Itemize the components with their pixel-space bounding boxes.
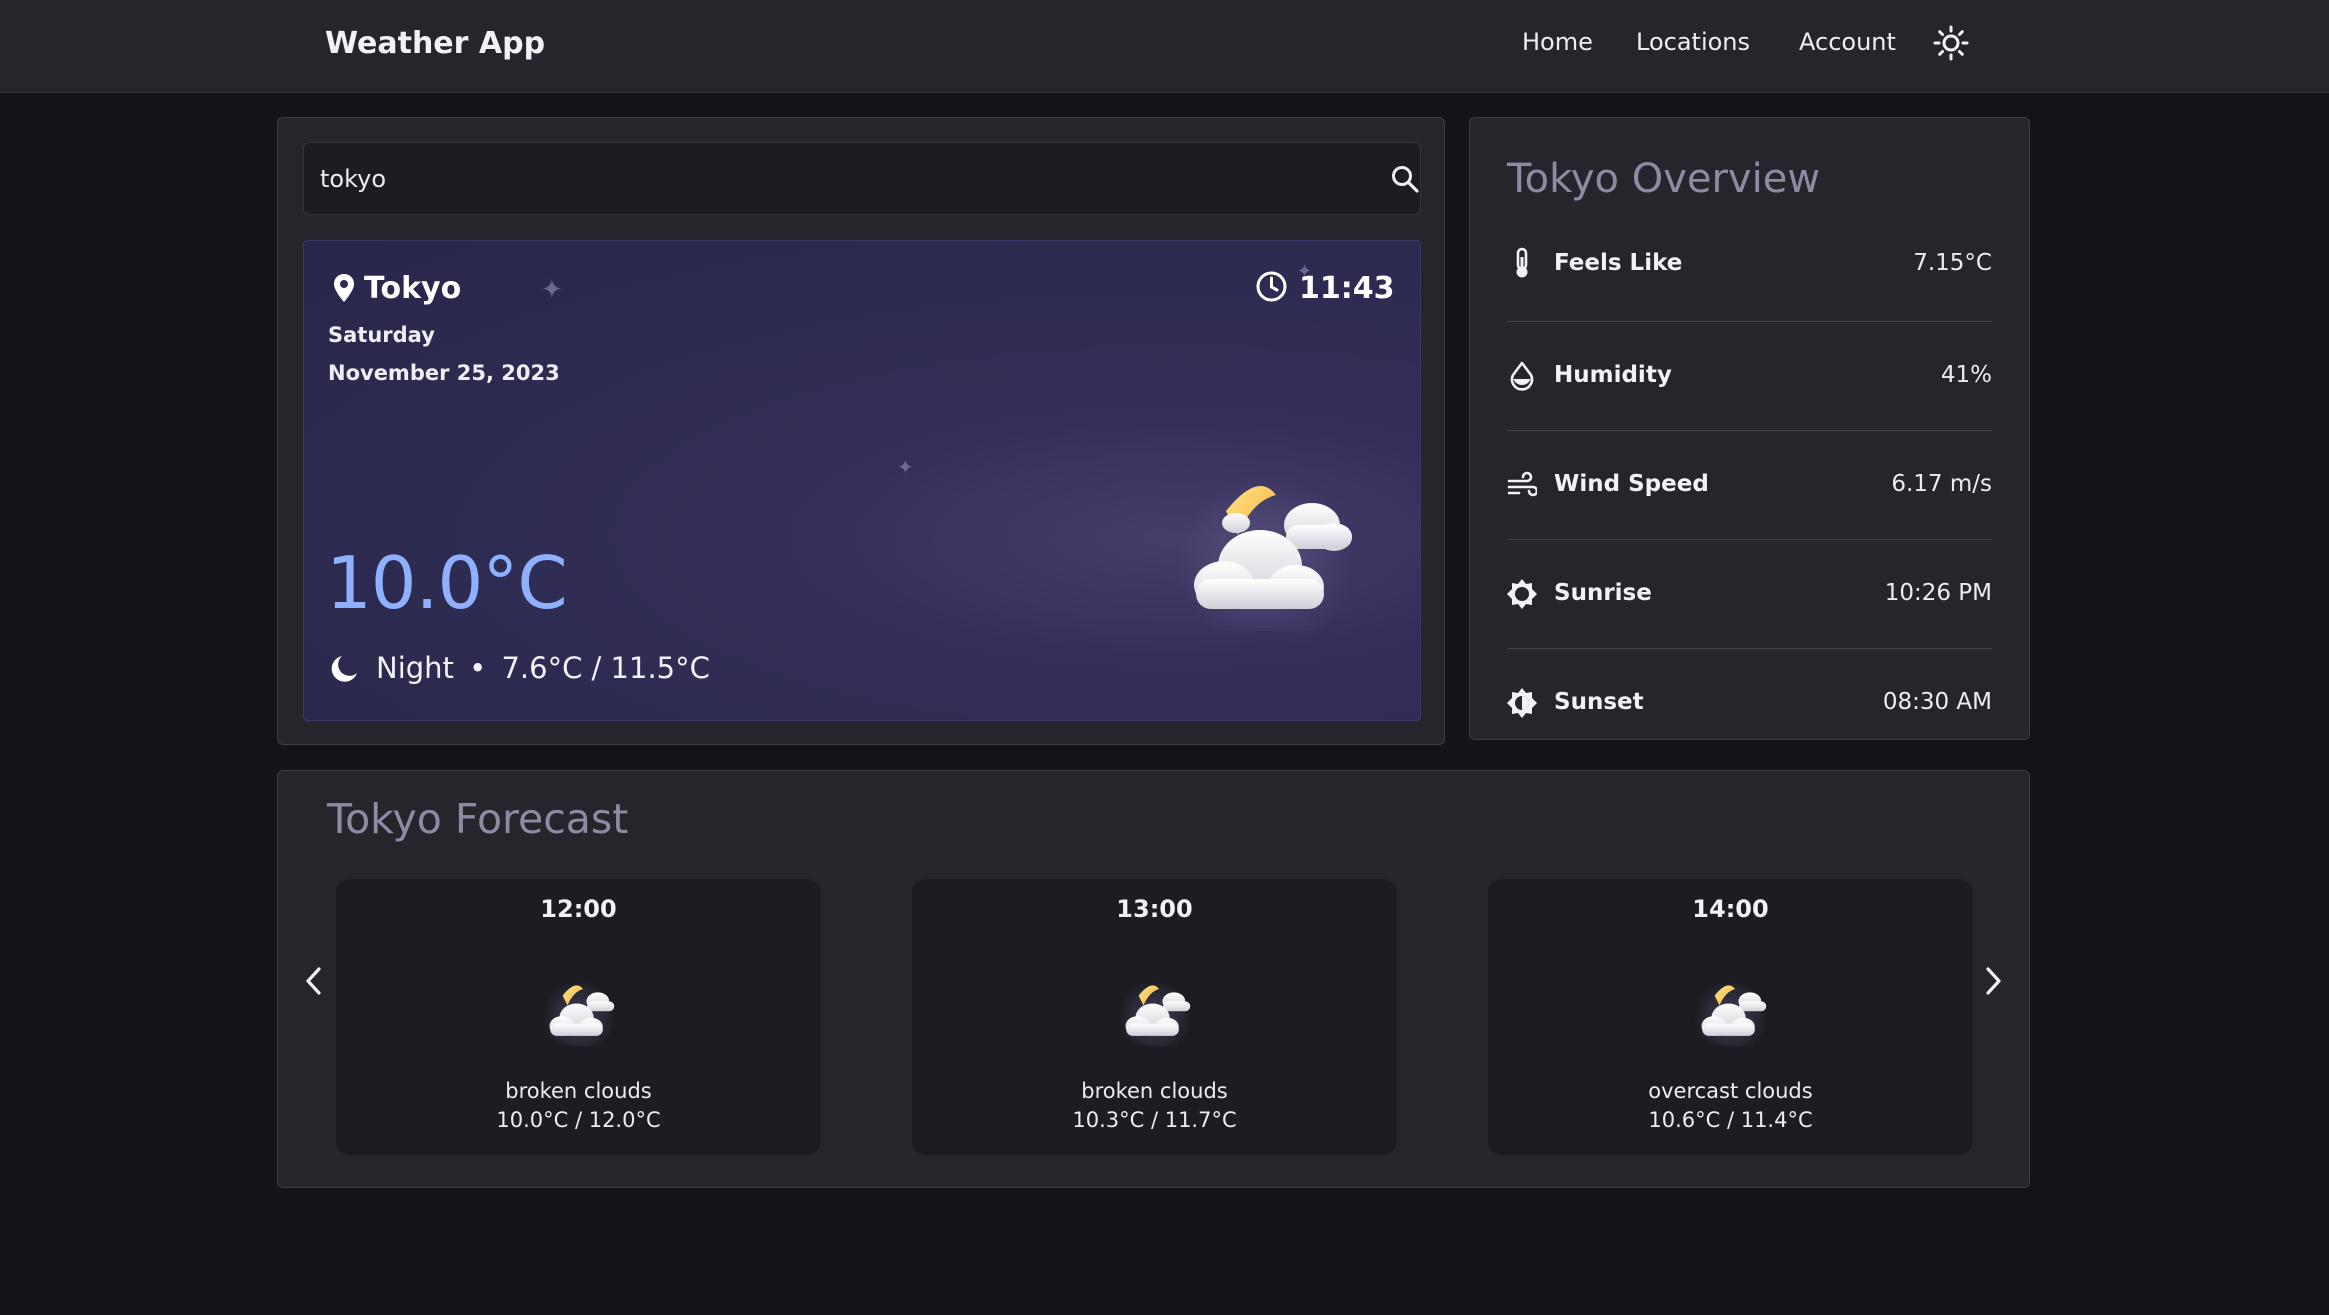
forecast-range: 10.0°C / 12.0°C xyxy=(496,1108,661,1132)
humidity-drop-icon xyxy=(1510,361,1534,391)
wind-icon xyxy=(1507,471,1537,497)
overview-label: Wind Speed xyxy=(1554,471,1709,497)
overview-label: Feels Like xyxy=(1554,250,1683,276)
overview-row-feels-like: Feels Like 7.15°C xyxy=(1507,206,1992,322)
forecast-panel: Tokyo Forecast 12:00 broken clouds 10.0°… xyxy=(277,770,2030,1188)
sun-icon[interactable] xyxy=(1933,25,1969,61)
forecast-description: broken clouds xyxy=(505,1079,652,1103)
city-name: Tokyo xyxy=(364,271,462,306)
sunset-icon xyxy=(1507,688,1537,718)
current-weather-card: ✦ ✦ ✦ Tokyo Saturday November 25, 2023 1… xyxy=(303,240,1421,721)
overview-value: 7.15°C xyxy=(1913,250,1992,276)
overview-value: 10:26 PM xyxy=(1884,580,1992,606)
overview-value: 6.17 m/s xyxy=(1891,471,1992,497)
search-icon[interactable] xyxy=(1389,163,1421,195)
forecast-description: overcast clouds xyxy=(1648,1079,1813,1103)
forecast-time: 13:00 xyxy=(1116,895,1193,923)
chevron-left-icon[interactable] xyxy=(299,961,329,1001)
overview-panel: Tokyo Overview Feels Like 7.15°C Humidit… xyxy=(1469,117,2030,740)
overview-title: Tokyo Overview xyxy=(1507,156,1821,202)
date-text: November 25, 2023 xyxy=(328,361,560,385)
period-and-range: Night • 7.6°C / 11.5°C xyxy=(376,651,710,685)
brand-title[interactable]: Weather App xyxy=(325,26,545,61)
location-pin-icon xyxy=(334,274,354,302)
forecast-description: broken clouds xyxy=(1081,1079,1228,1103)
forecast-range: 10.3°C / 11.7°C xyxy=(1072,1108,1237,1132)
forecast-title: Tokyo Forecast xyxy=(327,795,629,843)
thermometer-icon xyxy=(1516,247,1528,278)
overview-label: Sunrise xyxy=(1554,580,1652,606)
overview-value: 41% xyxy=(1940,362,1992,388)
search-box[interactable] xyxy=(303,142,1421,215)
day-name: Saturday xyxy=(328,323,435,347)
forecast-card[interactable]: 13:00 broken clouds 10.3°C / 11.7°C xyxy=(912,879,1397,1155)
separator: • xyxy=(469,651,487,685)
forecast-range: 10.6°C / 11.4°C xyxy=(1648,1108,1813,1132)
search-input[interactable] xyxy=(320,161,1320,197)
overview-row-wind-speed: Wind Speed 6.17 m/s xyxy=(1507,431,1992,540)
nav-locations-link[interactable]: Locations xyxy=(1636,28,1750,56)
nav-account-link[interactable]: Account xyxy=(1799,28,1896,56)
overview-row-humidity: Humidity 41% xyxy=(1507,322,1992,431)
nav-home-link[interactable]: Home xyxy=(1522,28,1593,56)
overview-value: 08:30 AM xyxy=(1882,689,1992,715)
clock-icon xyxy=(1256,271,1287,302)
moon-icon xyxy=(331,656,357,682)
top-navbar: Weather App Home Locations Account xyxy=(0,0,2329,93)
partly-cloudy-night-icon xyxy=(542,977,616,1046)
forecast-card[interactable]: 12:00 broken clouds 10.0°C / 12.0°C xyxy=(336,879,821,1155)
forecast-time: 14:00 xyxy=(1692,895,1769,923)
period-label: Night xyxy=(376,651,454,685)
partly-cloudy-night-icon xyxy=(1176,466,1356,631)
star-decoration: ✦ xyxy=(541,275,563,305)
forecast-card[interactable]: 14:00 overcast clouds 10.6°C / 11.4°C xyxy=(1488,879,1973,1155)
chevron-right-icon[interactable] xyxy=(1978,961,2008,1001)
overview-label: Humidity xyxy=(1554,362,1672,388)
overview-row-sunset: Sunset 08:30 AM xyxy=(1507,649,1992,758)
star-decoration: ✦ xyxy=(897,455,914,479)
local-time: 11:43 xyxy=(1299,271,1395,306)
partly-cloudy-night-icon xyxy=(1118,977,1192,1046)
sunrise-icon xyxy=(1507,579,1537,609)
overview-row-sunrise: Sunrise 10:26 PM xyxy=(1507,540,1992,649)
current-weather-panel: ✦ ✦ ✦ Tokyo Saturday November 25, 2023 1… xyxy=(277,117,1445,745)
forecast-time: 12:00 xyxy=(540,895,617,923)
partly-cloudy-night-icon xyxy=(1694,977,1768,1046)
min-max-temp: 7.6°C / 11.5°C xyxy=(501,651,710,685)
current-temperature: 10.0°C xyxy=(326,541,568,625)
overview-label: Sunset xyxy=(1554,689,1644,715)
